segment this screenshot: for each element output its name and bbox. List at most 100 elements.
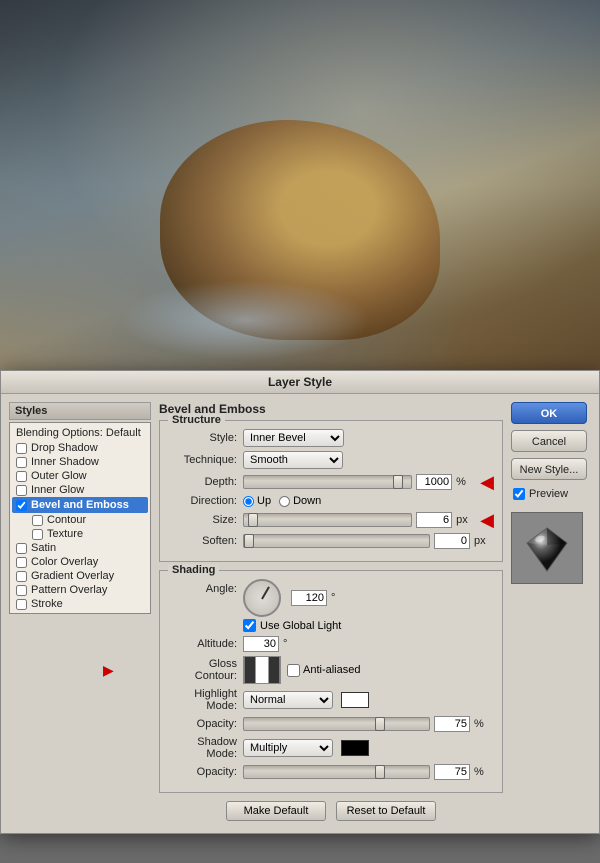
angle-dial[interactable] [243,579,281,617]
color-overlay-checkbox[interactable] [16,557,27,568]
sidebar-item-inner-glow[interactable]: Inner Glow [12,483,148,497]
angle-input[interactable] [291,590,327,606]
sidebar-item-color-overlay[interactable]: Color Overlay [12,555,148,569]
altitude-row: Altitude: ° [168,636,494,652]
inner-shadow-checkbox[interactable] [16,457,27,468]
depth-unit: % [456,476,476,488]
bevel-emboss-label: Bevel and Emboss [31,499,129,511]
inner-glow-label: Inner Glow [31,484,84,496]
size-unit: px [456,514,476,526]
size-input[interactable] [416,512,452,528]
pattern-overlay-checkbox[interactable] [16,585,27,596]
size-slider[interactable] [243,513,412,527]
reset-to-default-button[interactable]: Reset to Default [336,801,436,821]
pattern-overlay-label: Pattern Overlay [31,584,107,596]
preview-label: Preview [529,488,568,500]
styles-list: Blending Options: Default Drop Shadow In… [9,422,151,614]
cancel-button[interactable]: Cancel [511,430,587,452]
dialog-title-bar: Layer Style [1,371,599,394]
direction-down-radio[interactable] [279,496,290,507]
soften-unit: px [474,535,494,547]
anti-aliased-checkbox[interactable] [287,664,300,677]
soften-input[interactable] [434,533,470,549]
gradient-overlay-label: Gradient Overlay [31,570,114,582]
color-overlay-label: Color Overlay [31,556,98,568]
contour-preview[interactable] [243,656,281,684]
bevel-emboss-checkbox[interactable] [16,500,27,511]
direction-up-label: Up [257,495,271,507]
direction-up-item[interactable]: Up [243,495,271,507]
style-label: Style: [168,432,243,444]
highlight-mode-select[interactable]: Normal Screen Multiply [243,691,333,709]
highlight-opacity-label: Opacity: [168,718,243,730]
sidebar-item-bevel-emboss[interactable]: Bevel and Emboss [12,497,148,513]
sidebar-item-gradient-overlay[interactable]: Gradient Overlay [12,569,148,583]
structure-title: Structure [168,414,225,426]
texture-label: Texture [47,528,83,540]
new-style-button[interactable]: New Style... [511,458,587,480]
shadow-opacity-input[interactable] [434,764,470,780]
shadow-mode-label: Shadow Mode: [168,736,243,760]
styles-panel: Styles Blending Options: Default Drop Sh… [9,402,151,825]
stroke-checkbox[interactable] [16,599,27,610]
preview-checkbox[interactable] [513,488,525,500]
use-global-light-checkbox[interactable] [243,619,256,632]
sidebar-item-stroke[interactable]: Stroke [12,597,148,611]
bottom-buttons: Make Default Reset to Default [159,801,503,825]
technique-select[interactable]: Smooth Chisel Hard Chisel Soft [243,451,343,469]
size-arrow-indicator: ◀ [480,511,494,529]
shadow-color-swatch[interactable] [341,740,369,756]
direction-row: Direction: Up Down [168,495,494,507]
direction-label: Direction: [168,495,243,507]
highlight-color-swatch[interactable] [341,692,369,708]
highlight-opacity-row: Opacity: % [168,716,494,732]
hero-splash [120,280,370,360]
outer-glow-checkbox[interactable] [16,471,27,482]
altitude-input[interactable] [243,636,279,652]
preview-row: Preview [511,486,591,502]
sidebar-item-outer-glow[interactable]: Outer Glow [12,469,148,483]
angle-label: Angle: [168,579,243,595]
sidebar-item-contour[interactable]: Contour [12,513,148,527]
outer-glow-label: Outer Glow [31,470,87,482]
depth-label: Depth: [168,476,243,488]
structure-section: Structure Style: Outer Bevel Inner Bevel… [159,420,503,562]
contour-checkbox[interactable] [32,515,43,526]
sidebar-item-texture[interactable]: Texture [12,527,148,541]
make-default-button[interactable]: Make Default [226,801,326,821]
altitude-label: Altitude: [168,638,243,650]
preview-gem-svg [522,523,572,573]
sidebar-item-pattern-overlay[interactable]: Pattern Overlay [12,583,148,597]
direction-down-label: Down [293,495,321,507]
use-global-light-label: Use Global Light [260,620,341,632]
technique-label: Technique: [168,454,243,466]
drop-shadow-checkbox[interactable] [16,443,27,454]
gradient-overlay-checkbox[interactable] [16,571,27,582]
sidebar-item-inner-shadow[interactable]: Inner Shadow [12,455,148,469]
soften-slider[interactable] [243,534,430,548]
soften-row: Soften: px [168,533,494,549]
shadow-opacity-unit: % [474,766,494,778]
anti-aliased-item[interactable]: Anti-aliased [287,664,360,677]
shadow-mode-select[interactable]: Normal Screen Multiply [243,739,333,757]
satin-checkbox[interactable] [16,543,27,554]
ok-button[interactable]: OK [511,402,587,424]
sidebar-item-satin[interactable]: Satin [12,541,148,555]
shadow-opacity-slider[interactable] [243,765,430,779]
technique-row: Technique: Smooth Chisel Hard Chisel Sof… [168,451,494,469]
sidebar-item-blending[interactable]: Blending Options: Default [12,425,148,441]
shading-section: Shading Angle: ° Use Global Light [159,570,503,793]
size-label: Size: [168,514,243,526]
sidebar-item-drop-shadow[interactable]: Drop Shadow [12,441,148,455]
inner-glow-checkbox[interactable] [16,485,27,496]
direction-radio-group: Up Down [243,495,321,507]
highlight-opacity-input[interactable] [434,716,470,732]
depth-slider[interactable] [243,475,412,489]
depth-input[interactable] [416,474,452,490]
style-select[interactable]: Outer Bevel Inner Bevel Emboss Pillow Em… [243,429,344,447]
shading-title: Shading [168,564,219,576]
direction-down-item[interactable]: Down [279,495,321,507]
highlight-opacity-slider[interactable] [243,717,430,731]
texture-checkbox[interactable] [32,529,43,540]
direction-up-radio[interactable] [243,496,254,507]
